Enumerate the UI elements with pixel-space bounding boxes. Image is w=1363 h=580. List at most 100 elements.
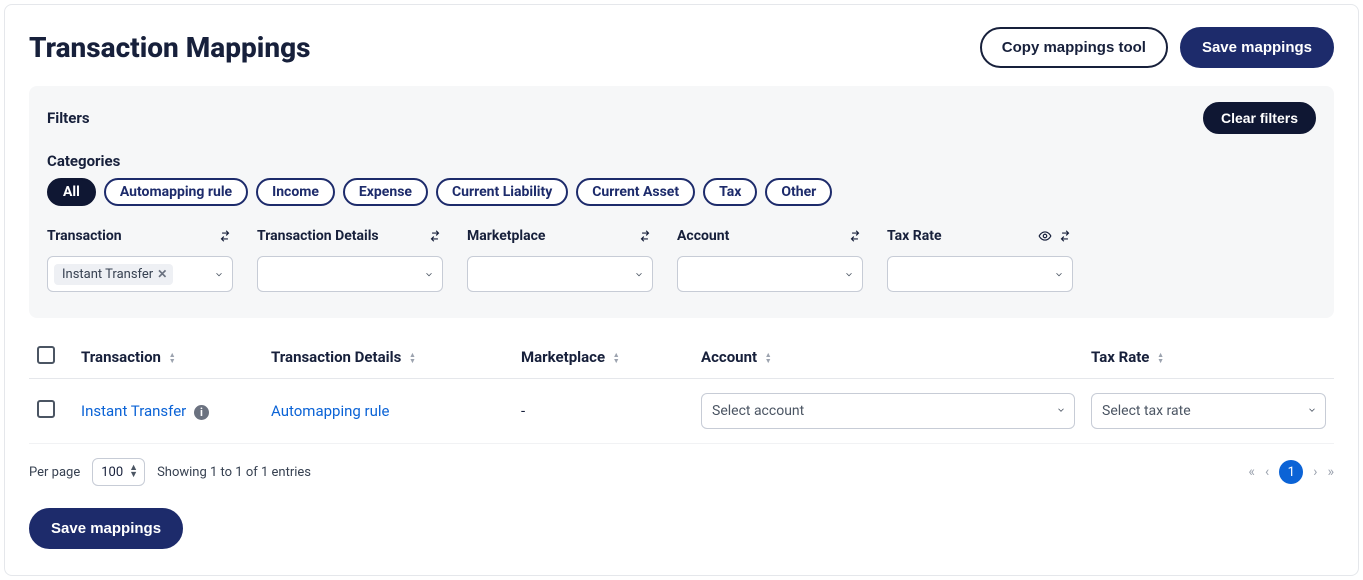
filter-col-tax-rate: Tax Rate bbox=[887, 224, 1073, 292]
filter-head-transaction-details: Transaction Details bbox=[257, 224, 443, 248]
pager-current-page[interactable]: 1 bbox=[1279, 460, 1303, 484]
th-marketplace-label: Marketplace bbox=[521, 348, 605, 366]
chevron-down-icon bbox=[844, 265, 854, 284]
chevron-down-icon bbox=[1054, 265, 1064, 284]
filter-head-marketplace: Marketplace bbox=[467, 224, 653, 248]
footer-left: Per page 100 ▲▼ Showing 1 to 1 of 1 entr… bbox=[29, 458, 311, 486]
filter-col-marketplace: Marketplace bbox=[467, 224, 653, 292]
filters-panel-header: Filters Clear filters bbox=[47, 102, 1316, 134]
tax-rate-multiselect[interactable] bbox=[887, 256, 1073, 292]
per-page-label: Per page bbox=[29, 465, 80, 480]
filter-head-transaction: Transaction bbox=[47, 224, 233, 248]
filter-label-transaction-details: Transaction Details bbox=[257, 228, 379, 244]
marketplace-multiselect[interactable] bbox=[467, 256, 653, 292]
chip-income[interactable]: Income bbox=[256, 178, 335, 206]
filter-head-tax-rate: Tax Rate bbox=[887, 224, 1073, 248]
chevron-down-icon bbox=[634, 265, 644, 284]
filter-head-account: Account bbox=[677, 224, 863, 248]
sort-icon: ▲▼ bbox=[1157, 352, 1164, 364]
row-transaction-link[interactable]: Instant Transfer bbox=[81, 402, 186, 420]
row-tax-rate-select[interactable]: Select tax rate bbox=[1091, 393, 1326, 429]
pagination: « ‹ 1 › » bbox=[1248, 460, 1334, 484]
th-transaction-label: Transaction bbox=[81, 348, 161, 366]
bottom-save-row: Save mappings bbox=[29, 508, 1334, 549]
filter-label-marketplace: Marketplace bbox=[467, 228, 545, 244]
page-title: Transaction Mappings bbox=[29, 31, 311, 64]
chip-expense[interactable]: Expense bbox=[343, 178, 428, 206]
eye-icon[interactable] bbox=[1037, 228, 1053, 244]
chevron-down-icon bbox=[1056, 403, 1066, 419]
save-mappings-button[interactable]: Save mappings bbox=[1180, 27, 1334, 68]
category-chips: All Automapping rule Income Expense Curr… bbox=[47, 178, 1316, 206]
chevron-down-icon bbox=[1307, 403, 1317, 419]
chevron-down-icon bbox=[214, 265, 224, 284]
th-tax-rate[interactable]: Tax Rate ▲▼ bbox=[1083, 336, 1334, 379]
chip-other[interactable]: Other bbox=[765, 178, 832, 206]
sort-icon: ▲▼ bbox=[169, 352, 176, 364]
header-actions: Copy mappings tool Save mappings bbox=[980, 27, 1334, 68]
page-container: Transaction Mappings Copy mappings tool … bbox=[4, 4, 1359, 576]
th-transaction-details[interactable]: Transaction Details ▲▼ bbox=[263, 336, 513, 379]
filter-label-transaction: Transaction bbox=[47, 228, 122, 244]
sort-icon: ▲▼ bbox=[613, 352, 620, 364]
swap-icon[interactable] bbox=[217, 228, 233, 244]
save-mappings-button-bottom[interactable]: Save mappings bbox=[29, 508, 183, 549]
th-transaction-details-label: Transaction Details bbox=[271, 348, 401, 366]
row-account-placeholder: Select account bbox=[712, 403, 804, 419]
th-tax-rate-label: Tax Rate bbox=[1091, 348, 1149, 366]
th-marketplace[interactable]: Marketplace ▲▼ bbox=[513, 336, 693, 379]
pager-prev[interactable]: ‹ bbox=[1265, 464, 1269, 480]
chip-automapping-rule[interactable]: Automapping rule bbox=[104, 178, 248, 206]
pager-first[interactable]: « bbox=[1248, 464, 1255, 480]
info-icon[interactable]: i bbox=[194, 405, 209, 420]
transaction-filter-tag-label: Instant Transfer bbox=[62, 267, 153, 282]
table-row: Instant Transfer i Automapping rule - Se… bbox=[29, 379, 1334, 444]
filter-col-account: Account bbox=[677, 224, 863, 292]
chip-all[interactable]: All bbox=[47, 178, 96, 206]
swap-icon[interactable] bbox=[637, 228, 653, 244]
stepper-icon: ▲▼ bbox=[129, 465, 138, 479]
row-marketplace-value: - bbox=[521, 402, 525, 420]
th-transaction[interactable]: Transaction ▲▼ bbox=[73, 336, 263, 379]
filter-label-tax-rate: Tax Rate bbox=[887, 228, 942, 244]
chip-current-asset[interactable]: Current Asset bbox=[576, 178, 695, 206]
copy-mappings-tool-button[interactable]: Copy mappings tool bbox=[980, 27, 1168, 68]
filter-label-account: Account bbox=[677, 228, 729, 244]
chip-tax[interactable]: Tax bbox=[703, 178, 757, 206]
filters-label: Filters bbox=[47, 109, 90, 127]
pager-next[interactable]: › bbox=[1313, 464, 1317, 480]
showing-text: Showing 1 to 1 of 1 entries bbox=[157, 465, 311, 480]
account-multiselect[interactable] bbox=[677, 256, 863, 292]
row-account-select[interactable]: Select account bbox=[701, 393, 1075, 429]
th-account-label: Account bbox=[701, 348, 757, 366]
filter-col-transaction: Transaction Instant Transfer ✕ bbox=[47, 224, 233, 292]
transaction-details-multiselect[interactable] bbox=[257, 256, 443, 292]
remove-tag-icon[interactable]: ✕ bbox=[157, 267, 167, 281]
chip-current-liability[interactable]: Current Liability bbox=[436, 178, 568, 206]
clear-filters-button[interactable]: Clear filters bbox=[1203, 102, 1316, 134]
filter-col-transaction-details: Transaction Details bbox=[257, 224, 443, 292]
select-all-checkbox[interactable] bbox=[37, 346, 55, 364]
pager-last[interactable]: » bbox=[1327, 464, 1334, 480]
row-tax-rate-placeholder: Select tax rate bbox=[1102, 403, 1191, 419]
sort-icon: ▲▼ bbox=[409, 352, 416, 364]
transaction-filter-tag: Instant Transfer ✕ bbox=[54, 264, 173, 285]
mappings-table: Transaction ▲▼ Transaction Details ▲▼ Ma… bbox=[29, 336, 1334, 444]
sort-icon: ▲▼ bbox=[765, 352, 772, 364]
table-header-row: Transaction ▲▼ Transaction Details ▲▼ Ma… bbox=[29, 336, 1334, 379]
row-transaction-details-link[interactable]: Automapping rule bbox=[271, 402, 389, 420]
table-footer: Per page 100 ▲▼ Showing 1 to 1 of 1 entr… bbox=[29, 458, 1334, 486]
filter-row: Transaction Instant Transfer ✕ Transacti… bbox=[47, 224, 1316, 292]
filters-panel: Filters Clear filters Categories All Aut… bbox=[29, 86, 1334, 318]
per-page-select[interactable]: 100 ▲▼ bbox=[92, 458, 145, 486]
swap-icon[interactable] bbox=[1057, 228, 1073, 244]
swap-icon[interactable] bbox=[847, 228, 863, 244]
swap-icon[interactable] bbox=[427, 228, 443, 244]
row-checkbox[interactable] bbox=[37, 400, 55, 418]
header-row: Transaction Mappings Copy mappings tool … bbox=[29, 27, 1334, 68]
transaction-multiselect[interactable]: Instant Transfer ✕ bbox=[47, 256, 233, 292]
th-account[interactable]: Account ▲▼ bbox=[693, 336, 1083, 379]
chevron-down-icon bbox=[424, 265, 434, 284]
per-page-value: 100 bbox=[101, 465, 123, 480]
mappings-table-area: Transaction ▲▼ Transaction Details ▲▼ Ma… bbox=[29, 336, 1334, 549]
